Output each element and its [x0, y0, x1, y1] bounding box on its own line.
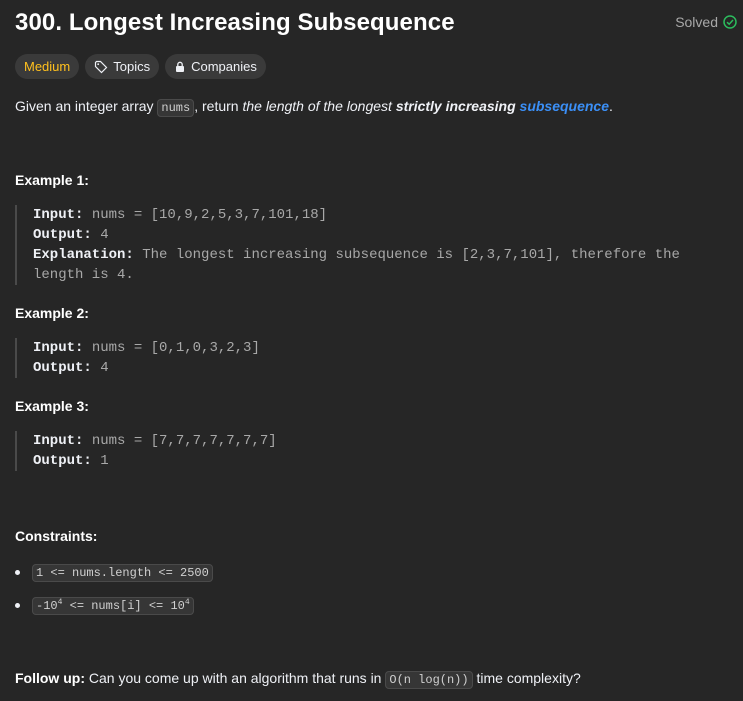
constraint-item: 1 <= nums.length <= 2500: [15, 563, 213, 582]
desc-bold-italic: strictly increasing: [395, 98, 516, 114]
code-nums: nums: [157, 99, 195, 117]
example-3-title: Example 3:: [15, 398, 89, 414]
follow-up: Follow up: Can you come up with an algor…: [15, 670, 581, 689]
tag-icon: [95, 60, 108, 73]
follow-up-text: Can you come up with an algorithm that r…: [84, 670, 386, 686]
example-2-title: Example 2:: [15, 305, 89, 321]
input-value: nums = [10,9,2,5,3,7,101,18]: [83, 207, 328, 223]
input-label: Input:: [33, 340, 84, 356]
input-value: nums = [0,1,0,3,2,3]: [83, 340, 260, 356]
output-label: Output:: [33, 453, 92, 469]
difficulty-label: Medium: [24, 59, 71, 74]
tag-row: Medium Topics Companies: [15, 54, 266, 79]
lock-icon: [176, 61, 185, 72]
output-label: Output:: [33, 227, 92, 243]
constraint-code: 1 <= nums.length <= 2500: [32, 564, 213, 582]
check-circle-icon: [723, 15, 737, 29]
output-value: 4: [91, 360, 109, 376]
desc-italic: the length of the longest: [242, 98, 396, 114]
output-label: Output:: [33, 360, 92, 376]
output-value: 4: [91, 227, 109, 243]
problem-title: 300. Longest Increasing Subsequence: [15, 9, 455, 36]
constraint-part: -10: [36, 599, 58, 613]
topics-button[interactable]: Topics: [85, 54, 160, 79]
solved-status: Solved: [675, 14, 737, 30]
example-1-block: Input: nums = [10,9,2,5,3,7,101,18] Outp…: [15, 205, 703, 285]
constraints-title: Constraints:: [15, 528, 98, 544]
desc-text: , return: [194, 98, 243, 114]
constraint-part: <= nums[i] <= 10: [62, 599, 185, 613]
difficulty-badge[interactable]: Medium: [15, 54, 80, 79]
example-1-title: Example 1:: [15, 172, 89, 188]
bullet: [15, 569, 20, 575]
follow-up-text: time complexity?: [472, 670, 581, 686]
input-label: Input:: [33, 433, 84, 449]
desc-text: Given an integer array: [15, 98, 158, 114]
example-3-block: Input: nums = [7,7,7,7,7,7,7] Output: 1: [15, 431, 723, 471]
solved-label: Solved: [675, 14, 718, 30]
follow-up-label: Follow up:: [15, 670, 85, 686]
input-value: nums = [7,7,7,7,7,7,7]: [83, 433, 277, 449]
problem-description: Given an integer array nums, return the …: [15, 96, 613, 118]
companies-button[interactable]: Companies: [165, 54, 266, 79]
output-value: 1: [91, 453, 109, 469]
bullet: [15, 602, 20, 608]
input-label: Input:: [33, 207, 84, 223]
desc-period: .: [609, 98, 613, 114]
topics-label: Topics: [113, 59, 151, 74]
subsequence-link[interactable]: subsequence: [520, 98, 609, 114]
constraint-item: -104 <= nums[i] <= 104: [15, 596, 194, 615]
complexity-code: O(n log(n)): [385, 671, 473, 689]
explanation-label: Explanation:: [33, 247, 134, 263]
exponent: 4: [184, 598, 190, 607]
companies-label: Companies: [191, 59, 257, 74]
constraint-code: -104 <= nums[i] <= 104: [32, 597, 194, 615]
example-2-block: Input: nums = [0,1,0,3,2,3] Output: 4: [15, 338, 723, 378]
